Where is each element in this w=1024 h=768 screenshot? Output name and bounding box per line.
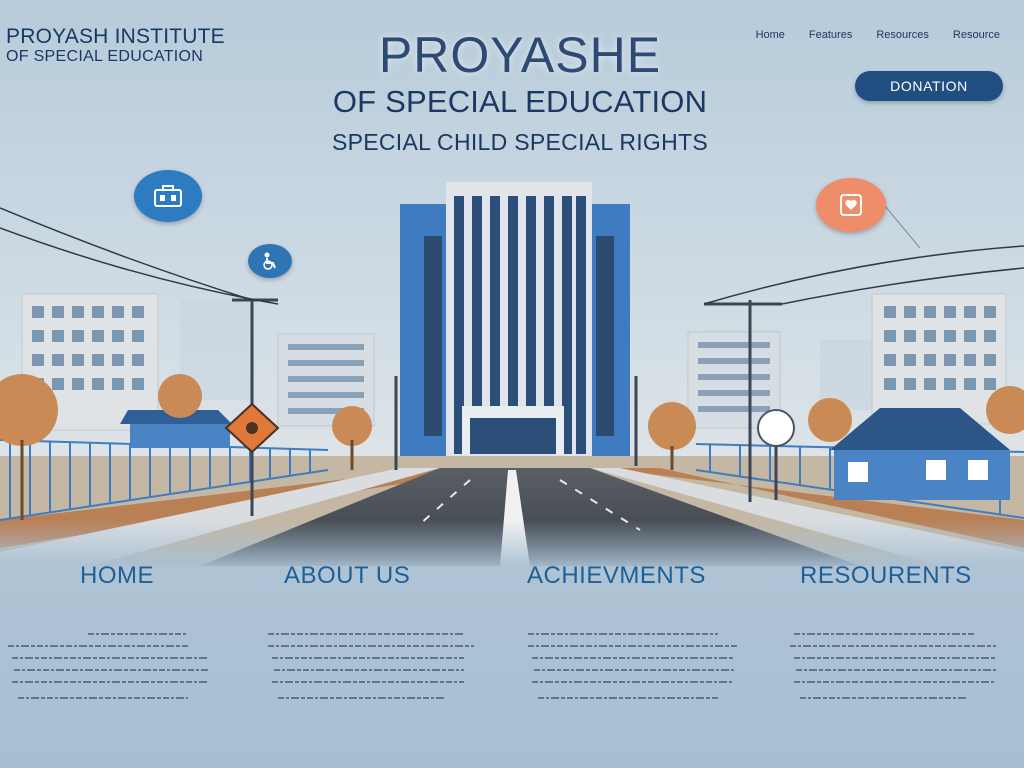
top-navigation: Home Features Resources Resource	[756, 29, 1000, 41]
topnav-resource-link[interactable]: Resource	[953, 29, 1000, 41]
home-blurb-placeholder	[8, 626, 218, 710]
heart-icon[interactable]	[816, 178, 886, 232]
brand-subtitle: OF SPECIAL EDUCATION	[6, 48, 204, 65]
brand-logo-text[interactable]: PROYASH INSTITUTE OF SPECIAL EDUCATION	[6, 26, 225, 65]
hero-tagline: SPECIAL CHILD SPECIAL RIGHTS	[331, 129, 709, 155]
accessibility-icon-glyph	[263, 252, 276, 270]
section-achievements-link[interactable]: ACHIEVMENTS	[527, 562, 706, 590]
about-us-blurb-placeholder	[268, 626, 474, 710]
resources-blurb-placeholder	[790, 626, 996, 710]
hero-header: PROYASHE OF SPECIAL EDUCATION SPECIAL CH…	[250, 30, 790, 156]
institute-building	[400, 182, 630, 456]
donation-button[interactable]: DONATION	[855, 71, 1003, 101]
topnav-features-link[interactable]: Features	[809, 29, 852, 41]
illegible-text-block	[528, 633, 740, 699]
section-about-us-link[interactable]: ABOUT US	[284, 562, 410, 590]
section-resources-link[interactable]: RESOURENTS	[800, 562, 972, 590]
illegible-text-block	[8, 633, 218, 699]
topnav-resources-link[interactable]: Resources	[876, 29, 929, 41]
accessibility-icon[interactable]	[248, 244, 292, 278]
illegible-text-block	[790, 633, 996, 699]
section-home-link[interactable]: HOME	[80, 562, 154, 590]
achievements-blurb-placeholder	[528, 626, 740, 710]
illegible-text-block	[268, 633, 474, 699]
building-icon-glyph	[154, 185, 182, 207]
brand-name: PROYASH INSTITUTE	[6, 25, 225, 48]
right-apartment-building	[871, 293, 1007, 425]
section-navigation: HOME ABOUT US ACHIEVMENTS RESOURENTS	[0, 562, 1024, 598]
heart-icon-glyph	[840, 194, 862, 216]
topnav-home-link[interactable]: Home	[756, 29, 785, 41]
hero-subtitle: OF SPECIAL EDUCATION	[332, 84, 708, 119]
building-icon[interactable]	[134, 170, 202, 222]
hero-title: PROYASHE	[378, 27, 662, 83]
